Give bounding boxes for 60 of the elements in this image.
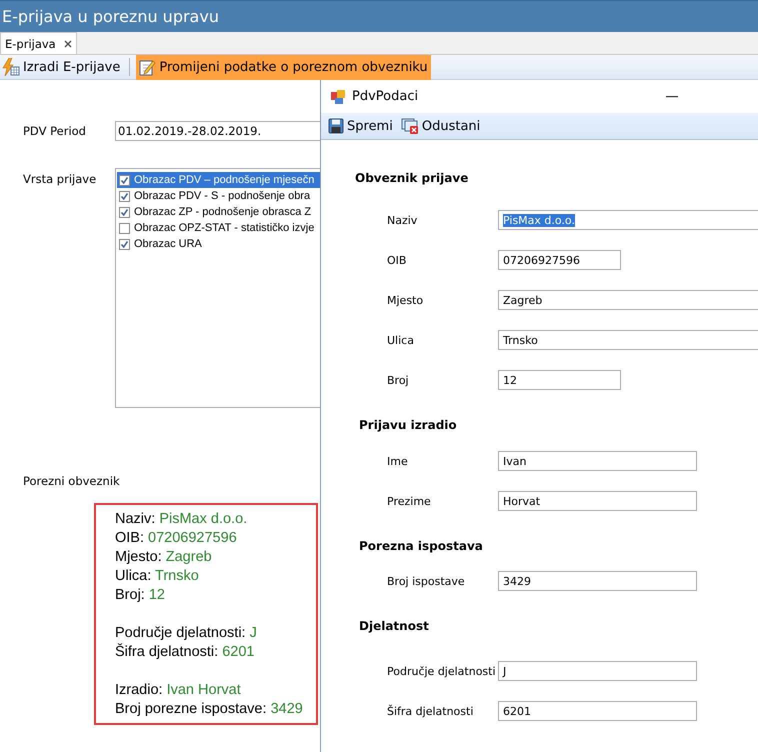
- period-field[interactable]: 01.02.2019.-28.02.2019.: [115, 121, 320, 141]
- window-title: E-prijava u poreznu upravu: [0, 0, 758, 32]
- list-item[interactable]: Obrazac ZP - podnošenje obrasca Z: [117, 204, 320, 220]
- section-label: Porezni obveznik: [23, 474, 121, 488]
- toolbar-button[interactable]: Odustani: [398, 114, 482, 138]
- summary-line: Područje djelatnosti: J: [115, 625, 258, 643]
- input-field[interactable]: 12: [498, 370, 621, 390]
- app-icon: [330, 88, 346, 104]
- field-label: Područje djelatnosti: [387, 664, 497, 678]
- input-field[interactable]: 3429: [498, 571, 697, 591]
- field-label: Mjesto: [387, 294, 424, 306]
- input-field[interactable]: PisMax d.o.o.: [498, 210, 758, 230]
- summary-line: Mjesto: Zagreb: [115, 549, 213, 567]
- checkbox[interactable]: [119, 238, 130, 250]
- input-field[interactable]: Trnsko: [498, 330, 758, 350]
- minimize-icon[interactable]: [666, 96, 678, 98]
- field-label: Šifra djelatnosti: [387, 704, 474, 718]
- section-heading: Prijavu izradio: [358, 417, 458, 434]
- field-label: Ime: [387, 454, 409, 468]
- section-heading: Djelatnost: [358, 618, 430, 635]
- input-field[interactable]: 07206927596: [498, 250, 621, 270]
- input-field[interactable]: Horvat: [498, 491, 697, 511]
- input-field[interactable]: Zagreb: [498, 290, 758, 310]
- list-item[interactable]: Obrazac PDV - S - podnošenje obra: [117, 188, 320, 204]
- field-label: Naziv: [387, 214, 418, 226]
- summary-line: Šifra djelatnosti: 6201: [115, 644, 256, 662]
- field-label: OIB: [387, 254, 408, 266]
- input-field[interactable]: J: [498, 661, 697, 681]
- field-label: Ulica: [387, 334, 415, 346]
- field-label: Vrsta prijave: [23, 171, 98, 188]
- field-label: Broj ispostave: [387, 574, 466, 588]
- toolbar-button[interactable]: Izradi E-prijave: [0, 54, 124, 80]
- checkbox[interactable]: [119, 174, 130, 186]
- field-label: Broj: [387, 374, 410, 386]
- field-label: Prezime: [387, 494, 432, 508]
- field-label: PDV Period: [23, 124, 87, 138]
- summary-line: Broj: 12: [115, 587, 166, 605]
- edit-document-icon: [138, 58, 156, 76]
- summary-line: Broj porezne ispostave: 3429: [115, 701, 304, 719]
- summary-line: Naziv: PisMax d.o.o.: [115, 511, 248, 529]
- list-item[interactable]: Obrazac PDV – podnošenje mjesečn: [117, 172, 320, 188]
- summary-line: Ulica: Trnsko: [115, 568, 200, 586]
- toolbar-button[interactable]: Promijeni podatke o poreznom obvezniku: [136, 54, 431, 80]
- summary-line: Izradio: Ivan Horvat: [115, 682, 242, 700]
- tab[interactable]: E-prijava: [0, 32, 77, 54]
- close-icon[interactable]: [64, 40, 72, 48]
- toolbar-button[interactable]: Spremi: [326, 114, 395, 138]
- lightning-grid-icon: [2, 58, 20, 76]
- summary-line: OIB: 07206927596: [115, 530, 238, 548]
- input-field[interactable]: 6201: [498, 701, 697, 721]
- section-heading: Porezna ispostava: [358, 538, 484, 555]
- dialog-title: PdvPodaci: [352, 89, 418, 104]
- input-field[interactable]: Ivan: [498, 451, 697, 471]
- checkbox[interactable]: [119, 190, 130, 202]
- checkbox[interactable]: [119, 222, 130, 234]
- section-heading: Obveznik prijave: [354, 170, 470, 187]
- window-close-icon: [400, 118, 419, 134]
- checkbox[interactable]: [119, 206, 130, 218]
- list-item[interactable]: Obrazac OPZ-STAT - statističko izvje: [117, 220, 320, 236]
- list-item[interactable]: Obrazac URA: [117, 236, 320, 252]
